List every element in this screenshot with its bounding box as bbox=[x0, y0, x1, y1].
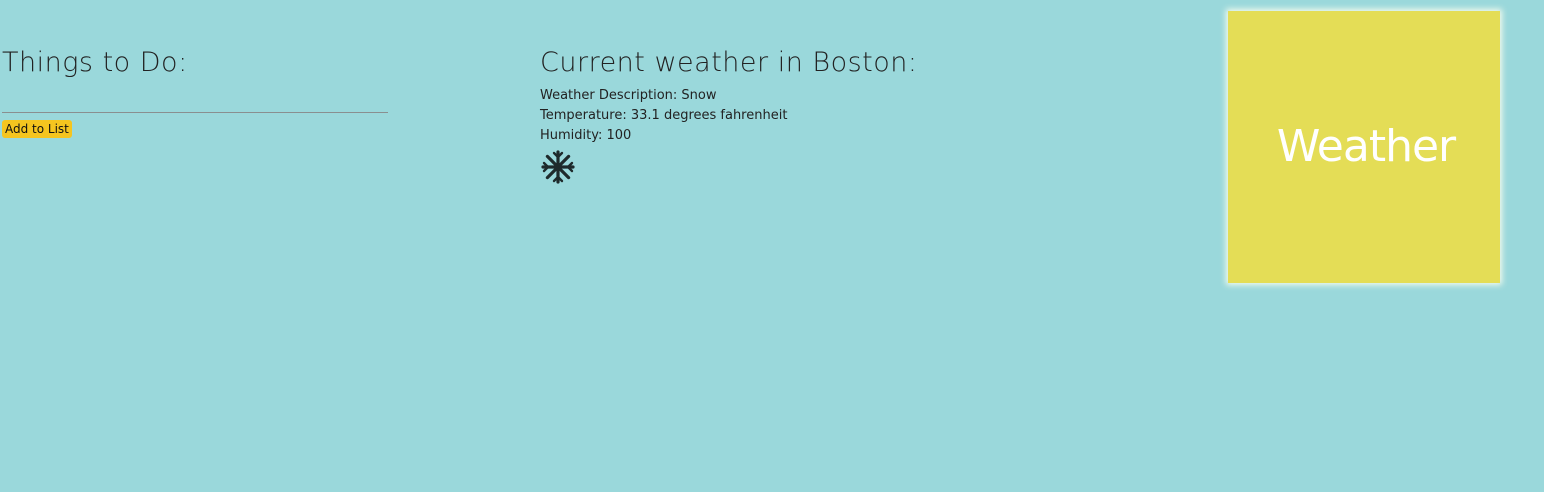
weather-logo-text: Weather bbox=[1276, 120, 1456, 172]
weather-logo: Weather bbox=[1228, 11, 1500, 283]
weather-temperature: Temperature: 33.1 degrees fahrenheit bbox=[540, 108, 788, 123]
snowflake-icon bbox=[541, 150, 575, 184]
add-to-list-button[interactable]: Add to List bbox=[2, 120, 72, 138]
weather-heading: Current weather in Boston: bbox=[540, 47, 918, 78]
weather-section: Current weather in Boston: Weather Descr… bbox=[540, 46, 917, 184]
todo-section: Things to Do: Add to List bbox=[2, 46, 390, 138]
todo-heading: Things to Do: bbox=[2, 47, 188, 78]
todo-input[interactable] bbox=[2, 90, 388, 113]
weather-details: Weather Description: Snow Temperature: 3… bbox=[540, 86, 917, 146]
weather-humidity: Humidity: 100 bbox=[540, 128, 632, 143]
weather-description: Weather Description: Snow bbox=[540, 88, 717, 103]
